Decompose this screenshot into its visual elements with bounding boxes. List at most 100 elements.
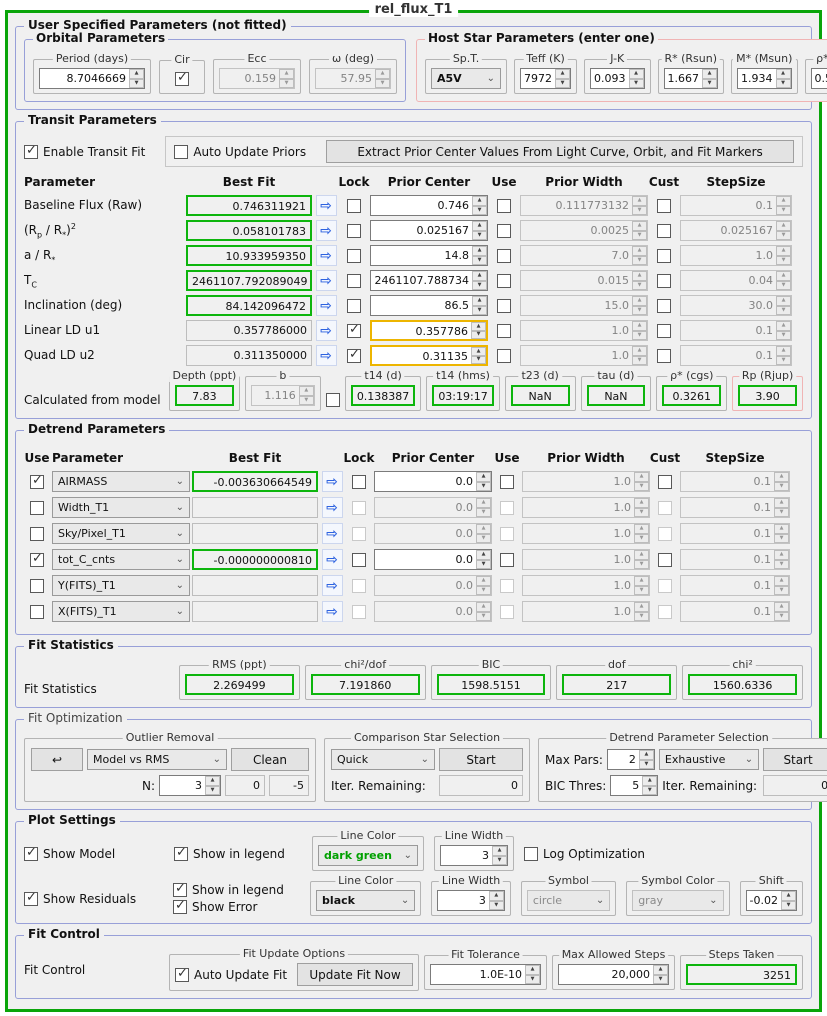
- copy-to-prior-button[interactable]: ⇨: [316, 220, 337, 241]
- spinner-buttons[interactable]: ▲▼: [472, 246, 487, 265]
- spinner-up-icon[interactable]: ▲: [129, 69, 144, 79]
- custom-step-checkbox[interactable]: [657, 249, 671, 263]
- custom-step-checkbox[interactable]: [658, 527, 672, 541]
- detrend-parameter-select[interactable]: Y(FITS)_T1⌄: [52, 575, 190, 596]
- spinner-buttons[interactable]: ▲▼: [471, 322, 486, 339]
- prior-center-spinner[interactable]: 0.0▲▼: [374, 471, 492, 492]
- use-prior-checkbox[interactable]: [500, 501, 514, 515]
- teff-spinner[interactable]: 7972▲▼: [520, 68, 571, 89]
- lock-checkbox[interactable]: [347, 349, 361, 363]
- show-error[interactable]: Show Error: [173, 900, 300, 914]
- copy-to-prior-button[interactable]: ⇨: [322, 575, 343, 596]
- detrend-parameter-select[interactable]: Width_T1⌄: [52, 497, 190, 518]
- model-show-in-legend[interactable]: Show in legend: [174, 847, 302, 861]
- detrend-parameter-select[interactable]: Sky/Pixel_T1⌄: [52, 523, 190, 544]
- spinner-buttons[interactable]: ▲▼: [472, 196, 487, 215]
- spinner-buttons[interactable]: ▲▼: [555, 69, 570, 88]
- prior-center-spinner[interactable]: 2461107.788734▲▼: [370, 270, 488, 291]
- custom-step-checkbox[interactable]: [657, 324, 671, 338]
- spinner-buttons[interactable]: ▲▼: [781, 891, 796, 910]
- n-spinner[interactable]: 3▲▼: [159, 775, 221, 796]
- enable-transit-fit[interactable]: Enable Transit Fit: [24, 145, 145, 159]
- use-detrend-checkbox[interactable]: [30, 579, 44, 593]
- spinner-buttons[interactable]: ▲▼: [476, 550, 491, 569]
- clean-button[interactable]: Clean: [231, 748, 309, 771]
- lock-checkbox[interactable]: [347, 274, 361, 288]
- spinner-buttons[interactable]: ▲▼: [205, 776, 220, 795]
- detrend-parameter-select[interactable]: X(FITS)_T1⌄: [52, 601, 190, 622]
- rstar-spinner[interactable]: 1.667▲▼: [664, 68, 719, 89]
- lock-checkbox[interactable]: [347, 224, 361, 238]
- prior-center-spinner[interactable]: 0.357786▲▼: [370, 320, 488, 341]
- detrend-parameter-select[interactable]: tot_C_cnts⌄: [52, 549, 190, 570]
- enable-transit-fit-checkbox[interactable]: [24, 145, 38, 159]
- prior-center-spinner[interactable]: 0.025167▲▼: [370, 220, 488, 241]
- custom-step-checkbox[interactable]: [658, 553, 672, 567]
- prior-center-spinner[interactable]: 14.8▲▼: [370, 245, 488, 266]
- use-prior-checkbox[interactable]: [497, 299, 511, 313]
- spinner-buttons[interactable]: ▲▼: [639, 750, 654, 769]
- use-prior-checkbox[interactable]: [500, 579, 514, 593]
- model-line-width-spinner[interactable]: 3▲▼: [440, 845, 508, 866]
- custom-step-checkbox[interactable]: [658, 501, 672, 515]
- copy-to-prior-button[interactable]: ⇨: [322, 497, 343, 518]
- spinner-buttons[interactable]: ▲▼: [525, 965, 540, 984]
- copy-to-prior-button[interactable]: ⇨: [316, 345, 337, 366]
- copy-to-prior-button[interactable]: ⇨: [316, 195, 337, 216]
- copy-to-prior-button[interactable]: ⇨: [322, 523, 343, 544]
- show-residuals-checkbox[interactable]: [24, 892, 38, 906]
- spinner-buttons[interactable]: ▲▼: [702, 69, 717, 88]
- lock-checkbox[interactable]: [347, 199, 361, 213]
- comparison-start-button[interactable]: Start: [439, 748, 523, 771]
- show-in-legend-checkbox[interactable]: [174, 847, 188, 861]
- use-prior-checkbox[interactable]: [497, 324, 511, 338]
- copy-to-prior-button[interactable]: ⇨: [316, 245, 337, 266]
- use-prior-checkbox[interactable]: [497, 249, 511, 263]
- show-in-legend-checkbox[interactable]: [173, 883, 187, 897]
- circular-orbit-checkbox[interactable]: [175, 72, 189, 86]
- use-detrend-checkbox[interactable]: [30, 501, 44, 515]
- spinner-buttons[interactable]: ▲▼: [642, 776, 657, 795]
- shift-spinner[interactable]: -0.02▲▼: [746, 890, 797, 911]
- copy-to-prior-button[interactable]: ⇨: [322, 471, 343, 492]
- use-prior-checkbox[interactable]: [497, 224, 511, 238]
- spinner-buttons[interactable]: ▲▼: [489, 891, 504, 910]
- undo-clean-button[interactable]: ↩: [31, 748, 83, 771]
- show-residuals[interactable]: Show Residuals: [24, 892, 163, 906]
- spinner-buttons[interactable]: ▲▼: [471, 347, 486, 364]
- copy-to-prior-button[interactable]: ⇨: [316, 270, 337, 291]
- spinner-buttons[interactable]: ▲▼: [492, 846, 507, 865]
- use-prior-checkbox[interactable]: [500, 553, 514, 567]
- lock-checkbox[interactable]: [352, 527, 366, 541]
- detrend-selection-start-button[interactable]: Start: [763, 748, 827, 771]
- spinner-buttons[interactable]: ▲▼: [653, 965, 668, 984]
- spinner-buttons[interactable]: ▲▼: [629, 69, 644, 88]
- residuals-line-width-spinner[interactable]: 3▲▼: [437, 890, 505, 911]
- spinner-down-icon[interactable]: ▼: [129, 79, 144, 89]
- period-spinner[interactable]: 8.7046669▲▼: [39, 68, 145, 89]
- mstar-spinner[interactable]: 1.934▲▼: [737, 68, 792, 89]
- lock-checkbox[interactable]: [352, 605, 366, 619]
- use-prior-checkbox[interactable]: [497, 274, 511, 288]
- lock-checkbox[interactable]: [352, 579, 366, 593]
- show-model-checkbox[interactable]: [24, 847, 38, 861]
- custom-step-checkbox[interactable]: [658, 475, 672, 489]
- lock-checkbox[interactable]: [347, 324, 361, 338]
- outlier-method-select[interactable]: Model vs RMS⌄: [87, 749, 227, 770]
- prior-center-spinner[interactable]: 86.5▲▼: [370, 295, 488, 316]
- lock-checkbox[interactable]: [352, 501, 366, 515]
- spinner-buttons[interactable]: ▲▼: [129, 69, 144, 88]
- lock-checkbox[interactable]: [347, 249, 361, 263]
- custom-step-checkbox[interactable]: [657, 224, 671, 238]
- use-prior-checkbox[interactable]: [497, 199, 511, 213]
- period-value[interactable]: 8.7046669: [40, 69, 129, 88]
- auto-update-priors-checkbox[interactable]: [174, 145, 188, 159]
- custom-step-checkbox[interactable]: [657, 274, 671, 288]
- rho-spinner[interactable]: 0.585▲▼: [811, 68, 827, 89]
- max-pars-spinner[interactable]: 2▲▼: [607, 749, 655, 770]
- use-detrend-checkbox[interactable]: [30, 553, 44, 567]
- fit-tolerance-spinner[interactable]: 1.0E-10▲▼: [430, 964, 541, 985]
- use-prior-checkbox[interactable]: [497, 349, 511, 363]
- spectral-type-select[interactable]: A5V⌄: [431, 68, 501, 89]
- use-detrend-checkbox[interactable]: [30, 527, 44, 541]
